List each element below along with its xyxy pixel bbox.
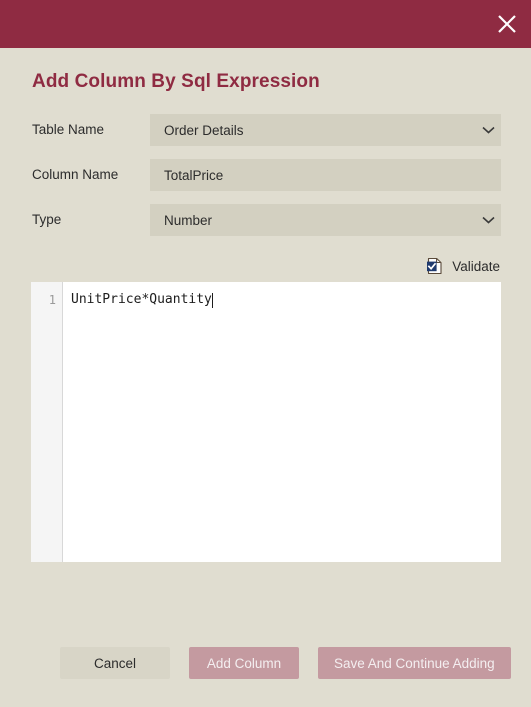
chevron-down-icon bbox=[475, 114, 501, 146]
dialog-titlebar bbox=[0, 0, 531, 48]
add-column-dialog: Add Column By Sql Expression Table Name … bbox=[0, 0, 531, 707]
editor-text-area[interactable]: UnitPrice*Quantity bbox=[63, 282, 501, 562]
editor-gutter: 1 bbox=[31, 282, 63, 562]
text-caret bbox=[211, 292, 213, 308]
label-table-name: Table Name bbox=[32, 122, 105, 137]
form: Table Name Order Details Column Name Tot… bbox=[0, 94, 531, 249]
cancel-button[interactable]: Cancel bbox=[60, 647, 170, 679]
editor-line-text: UnitPrice*Quantity bbox=[71, 292, 212, 307]
label-type: Type bbox=[32, 212, 62, 227]
type-dropdown[interactable]: Number bbox=[150, 204, 501, 236]
form-row-column-name: Column Name TotalPrice bbox=[32, 159, 501, 191]
editor-line: UnitPrice*Quantity bbox=[71, 291, 501, 309]
form-row-type: Type Number bbox=[32, 204, 501, 236]
document-check-icon bbox=[426, 257, 444, 275]
close-icon bbox=[496, 13, 518, 35]
dialog-footer: Cancel Add Column Save And Continue Addi… bbox=[0, 647, 531, 707]
save-and-continue-adding-button[interactable]: Save And Continue Adding bbox=[318, 647, 511, 679]
page-title: Add Column By Sql Expression bbox=[32, 71, 320, 92]
validate-toolbar: Validate bbox=[0, 249, 531, 282]
label-column-name: Column Name bbox=[32, 167, 119, 182]
gutter-line-number: 1 bbox=[48, 293, 56, 307]
validate-label: Validate bbox=[452, 258, 500, 274]
sql-expression-editor[interactable]: 1 UnitPrice*Quantity bbox=[31, 282, 501, 562]
close-button[interactable] bbox=[483, 0, 531, 48]
form-row-table-name: Table Name Order Details bbox=[32, 114, 501, 146]
table-name-dropdown[interactable]: Order Details bbox=[150, 114, 501, 146]
chevron-down-icon bbox=[475, 204, 501, 236]
table-name-value: Order Details bbox=[164, 122, 244, 138]
type-value: Number bbox=[164, 212, 213, 228]
column-name-value: TotalPrice bbox=[164, 167, 224, 183]
column-name-input[interactable]: TotalPrice bbox=[150, 159, 501, 191]
validate-button[interactable]: Validate bbox=[426, 255, 500, 277]
add-column-button[interactable]: Add Column bbox=[189, 647, 299, 679]
footer-spacer bbox=[0, 562, 531, 647]
